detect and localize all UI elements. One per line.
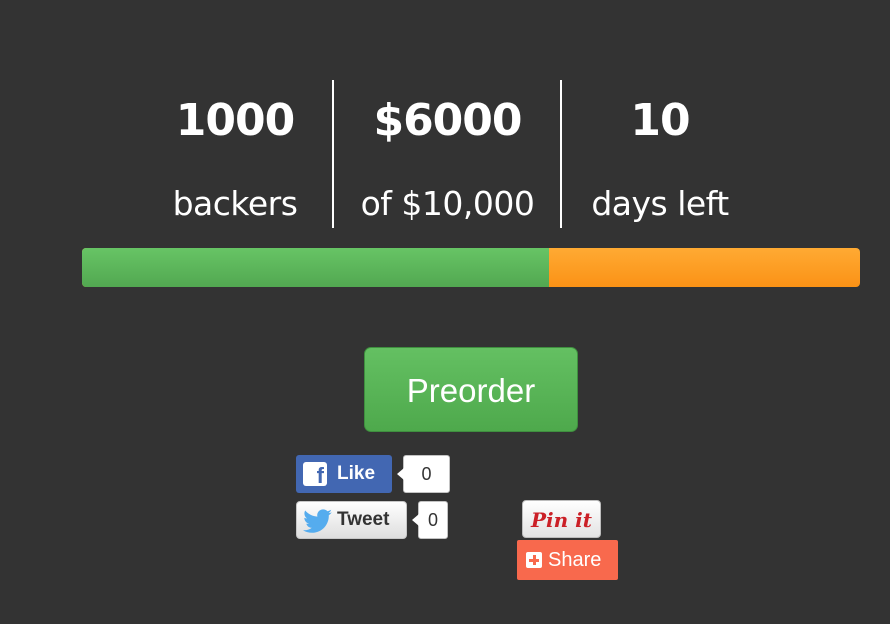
tweet-label: Tweet bbox=[337, 509, 390, 530]
plus-icon bbox=[526, 552, 542, 568]
facebook-like-button[interactable]: f Like bbox=[296, 455, 392, 493]
stat-divider bbox=[560, 80, 562, 228]
stat-divider bbox=[332, 80, 334, 228]
tweet-count: 0 bbox=[412, 501, 448, 539]
facebook-like-label: Like bbox=[337, 463, 376, 484]
backers-stat: 1000 backers bbox=[160, 80, 310, 230]
days-label: days left bbox=[591, 184, 729, 223]
days-stat: 10 days left bbox=[580, 80, 740, 230]
share-button[interactable]: Share bbox=[517, 540, 618, 580]
campaign-stats: 1000 backers $6000 of $10,000 10 days le… bbox=[0, 80, 890, 230]
tweet-button[interactable]: Tweet bbox=[296, 501, 407, 539]
pledged-amount: $6000 bbox=[373, 95, 522, 146]
preorder-button[interactable]: Preorder bbox=[364, 347, 578, 432]
facebook-icon: f bbox=[303, 462, 327, 486]
funding-progress-bar bbox=[82, 248, 860, 287]
backers-count: 1000 bbox=[175, 95, 295, 146]
pin-it-button[interactable]: Pin it bbox=[522, 500, 601, 538]
funding-progress-fill bbox=[82, 248, 549, 287]
share-label: Share bbox=[548, 549, 602, 571]
pledged-stat: $6000 of $10,000 bbox=[340, 80, 555, 230]
days-count: 10 bbox=[630, 95, 690, 146]
twitter-bird-icon bbox=[303, 509, 332, 533]
goal-label: of $10,000 bbox=[360, 184, 535, 223]
facebook-like-count: 0 bbox=[397, 455, 450, 493]
backers-label: backers bbox=[172, 184, 298, 223]
